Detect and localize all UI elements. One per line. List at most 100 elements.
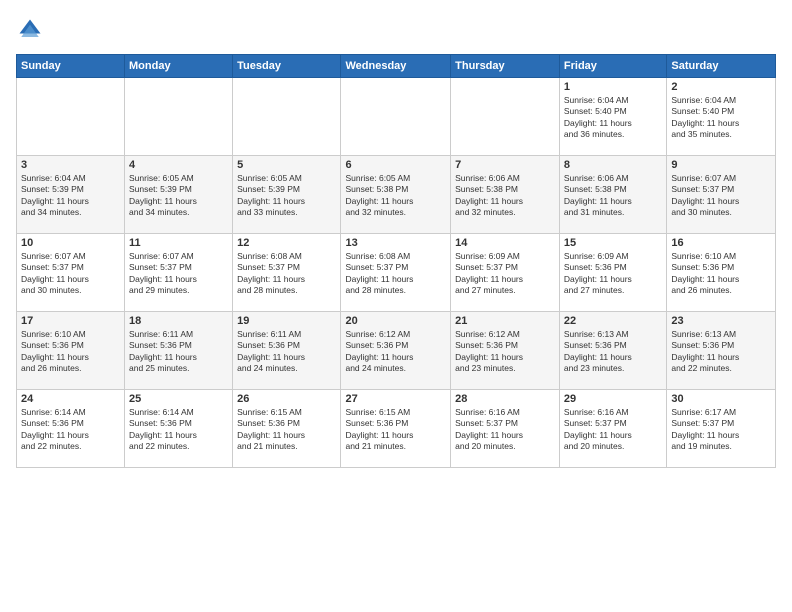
day-number: 24 bbox=[21, 393, 120, 405]
weekday-tuesday: Tuesday bbox=[233, 55, 341, 78]
day-number: 29 bbox=[564, 393, 662, 405]
weekday-friday: Friday bbox=[559, 55, 666, 78]
day-info: Sunrise: 6:11 AM Sunset: 5:36 PM Dayligh… bbox=[237, 329, 336, 375]
weekday-monday: Monday bbox=[125, 55, 233, 78]
week-row-1: 1 Sunrise: 6:04 AM Sunset: 5:40 PM Daylig… bbox=[17, 78, 776, 156]
day-info: Sunrise: 6:08 AM Sunset: 5:37 PM Dayligh… bbox=[345, 251, 446, 297]
day-cell: 25 Sunrise: 6:14 AM Sunset: 5:36 PM Dayli… bbox=[125, 390, 233, 468]
page: SundayMondayTuesdayWednesdayThursdayFrid… bbox=[0, 0, 792, 612]
day-number: 22 bbox=[564, 315, 662, 327]
day-number: 21 bbox=[455, 315, 555, 327]
day-info: Sunrise: 6:15 AM Sunset: 5:36 PM Dayligh… bbox=[345, 407, 446, 453]
day-cell: 15Sunrise: 6:09 AM Sunset: 5:36 PM Dayli… bbox=[559, 234, 666, 312]
day-number: 12 bbox=[237, 237, 336, 249]
day-info: Sunrise: 6:11 AM Sunset: 5:36 PM Dayligh… bbox=[129, 329, 228, 375]
day-info: Sunrise: 6:15 AM Sunset: 5:36 PM Dayligh… bbox=[237, 407, 336, 453]
day-cell: 10 Sunrise: 6:07 AM Sunset: 5:37 PM Dayli… bbox=[17, 234, 125, 312]
weekday-sunday: Sunday bbox=[17, 55, 125, 78]
day-cell: 6 Sunrise: 6:05 AM Sunset: 5:38 PM Daylig… bbox=[341, 156, 451, 234]
day-cell: 28 Sunrise: 6:16 AM Sunset: 5:37 PM Dayli… bbox=[451, 390, 560, 468]
day-cell: 18 Sunrise: 6:11 AM Sunset: 5:36 PM Dayli… bbox=[125, 312, 233, 390]
calendar-body: 1 Sunrise: 6:04 AM Sunset: 5:40 PM Daylig… bbox=[17, 78, 776, 468]
day-number: 6 bbox=[345, 159, 446, 171]
day-cell: 19 Sunrise: 6:11 AM Sunset: 5:36 PM Dayli… bbox=[233, 312, 341, 390]
day-cell bbox=[17, 78, 125, 156]
day-number: 13 bbox=[345, 237, 446, 249]
calendar: SundayMondayTuesdayWednesdayThursdayFrid… bbox=[16, 54, 776, 468]
day-number: 30 bbox=[671, 393, 771, 405]
day-cell: 12 Sunrise: 6:08 AM Sunset: 5:37 PM Dayli… bbox=[233, 234, 341, 312]
day-cell: 5 Sunrise: 6:05 AM Sunset: 5:39 PM Daylig… bbox=[233, 156, 341, 234]
day-number: 7 bbox=[455, 159, 555, 171]
weekday-wednesday: Wednesday bbox=[341, 55, 451, 78]
day-number: 20 bbox=[345, 315, 446, 327]
day-info: Sunrise: 6:12 AM Sunset: 5:36 PM Dayligh… bbox=[455, 329, 555, 375]
day-number: 4 bbox=[129, 159, 228, 171]
day-info: Sunrise: 6:09 AM Sunset: 5:37 PM Dayligh… bbox=[455, 251, 555, 297]
day-number: 1 bbox=[564, 81, 662, 93]
day-cell: 4 Sunrise: 6:05 AM Sunset: 5:39 PM Daylig… bbox=[125, 156, 233, 234]
day-cell bbox=[341, 78, 451, 156]
day-cell: 22Sunrise: 6:13 AM Sunset: 5:36 PM Dayli… bbox=[559, 312, 666, 390]
day-cell: 13 Sunrise: 6:08 AM Sunset: 5:37 PM Dayli… bbox=[341, 234, 451, 312]
day-info: Sunrise: 6:14 AM Sunset: 5:36 PM Dayligh… bbox=[129, 407, 228, 453]
day-info: Sunrise: 6:07 AM Sunset: 5:37 PM Dayligh… bbox=[671, 173, 771, 219]
day-info: Sunrise: 6:07 AM Sunset: 5:37 PM Dayligh… bbox=[129, 251, 228, 297]
week-row-3: 10 Sunrise: 6:07 AM Sunset: 5:37 PM Dayli… bbox=[17, 234, 776, 312]
day-info: Sunrise: 6:16 AM Sunset: 5:37 PM Dayligh… bbox=[455, 407, 555, 453]
day-info: Sunrise: 6:13 AM Sunset: 5:36 PM Dayligh… bbox=[671, 329, 771, 375]
day-cell bbox=[125, 78, 233, 156]
day-info: Sunrise: 6:12 AM Sunset: 5:36 PM Dayligh… bbox=[345, 329, 446, 375]
header bbox=[16, 16, 776, 44]
day-info: Sunrise: 6:10 AM Sunset: 5:36 PM Dayligh… bbox=[21, 329, 120, 375]
day-cell: 21 Sunrise: 6:12 AM Sunset: 5:36 PM Dayli… bbox=[451, 312, 560, 390]
day-number: 10 bbox=[21, 237, 120, 249]
day-cell: 14Sunrise: 6:09 AM Sunset: 5:37 PM Dayli… bbox=[451, 234, 560, 312]
day-number: 2 bbox=[671, 81, 771, 93]
day-info: Sunrise: 6:07 AM Sunset: 5:37 PM Dayligh… bbox=[21, 251, 120, 297]
day-number: 3 bbox=[21, 159, 120, 171]
week-row-5: 24 Sunrise: 6:14 AM Sunset: 5:36 PM Dayli… bbox=[17, 390, 776, 468]
day-info: Sunrise: 6:10 AM Sunset: 5:36 PM Dayligh… bbox=[671, 251, 771, 297]
day-number: 16 bbox=[671, 237, 771, 249]
day-info: Sunrise: 6:04 AM Sunset: 5:39 PM Dayligh… bbox=[21, 173, 120, 219]
day-info: Sunrise: 6:06 AM Sunset: 5:38 PM Dayligh… bbox=[564, 173, 662, 219]
day-info: Sunrise: 6:16 AM Sunset: 5:37 PM Dayligh… bbox=[564, 407, 662, 453]
day-cell: 3 Sunrise: 6:04 AM Sunset: 5:39 PM Daylig… bbox=[17, 156, 125, 234]
day-cell: 27 Sunrise: 6:15 AM Sunset: 5:36 PM Dayli… bbox=[341, 390, 451, 468]
day-info: Sunrise: 6:05 AM Sunset: 5:39 PM Dayligh… bbox=[129, 173, 228, 219]
day-cell: 7 Sunrise: 6:06 AM Sunset: 5:38 PM Daylig… bbox=[451, 156, 560, 234]
day-cell: 29 Sunrise: 6:16 AM Sunset: 5:37 PM Dayli… bbox=[559, 390, 666, 468]
day-cell: 11Sunrise: 6:07 AM Sunset: 5:37 PM Dayli… bbox=[125, 234, 233, 312]
day-number: 28 bbox=[455, 393, 555, 405]
day-cell: 2 Sunrise: 6:04 AM Sunset: 5:40 PM Daylig… bbox=[667, 78, 776, 156]
day-number: 19 bbox=[237, 315, 336, 327]
day-info: Sunrise: 6:05 AM Sunset: 5:39 PM Dayligh… bbox=[237, 173, 336, 219]
weekday-saturday: Saturday bbox=[667, 55, 776, 78]
day-cell: 16 Sunrise: 6:10 AM Sunset: 5:36 PM Dayli… bbox=[667, 234, 776, 312]
day-number: 26 bbox=[237, 393, 336, 405]
day-info: Sunrise: 6:04 AM Sunset: 5:40 PM Dayligh… bbox=[564, 95, 662, 141]
day-number: 23 bbox=[671, 315, 771, 327]
day-number: 27 bbox=[345, 393, 446, 405]
day-info: Sunrise: 6:08 AM Sunset: 5:37 PM Dayligh… bbox=[237, 251, 336, 297]
day-number: 8 bbox=[564, 159, 662, 171]
day-info: Sunrise: 6:06 AM Sunset: 5:38 PM Dayligh… bbox=[455, 173, 555, 219]
logo bbox=[16, 16, 48, 44]
weekday-thursday: Thursday bbox=[451, 55, 560, 78]
day-cell bbox=[451, 78, 560, 156]
day-info: Sunrise: 6:05 AM Sunset: 5:38 PM Dayligh… bbox=[345, 173, 446, 219]
day-number: 9 bbox=[671, 159, 771, 171]
day-number: 5 bbox=[237, 159, 336, 171]
logo-icon bbox=[16, 16, 44, 44]
day-number: 18 bbox=[129, 315, 228, 327]
week-row-2: 3 Sunrise: 6:04 AM Sunset: 5:39 PM Daylig… bbox=[17, 156, 776, 234]
day-cell: 8 Sunrise: 6:06 AM Sunset: 5:38 PM Daylig… bbox=[559, 156, 666, 234]
day-info: Sunrise: 6:04 AM Sunset: 5:40 PM Dayligh… bbox=[671, 95, 771, 141]
day-number: 25 bbox=[129, 393, 228, 405]
day-cell: 20 Sunrise: 6:12 AM Sunset: 5:36 PM Dayli… bbox=[341, 312, 451, 390]
day-cell: 1 Sunrise: 6:04 AM Sunset: 5:40 PM Daylig… bbox=[559, 78, 666, 156]
day-cell: 24Sunrise: 6:14 AM Sunset: 5:36 PM Dayli… bbox=[17, 390, 125, 468]
day-info: Sunrise: 6:09 AM Sunset: 5:36 PM Dayligh… bbox=[564, 251, 662, 297]
day-number: 17 bbox=[21, 315, 120, 327]
